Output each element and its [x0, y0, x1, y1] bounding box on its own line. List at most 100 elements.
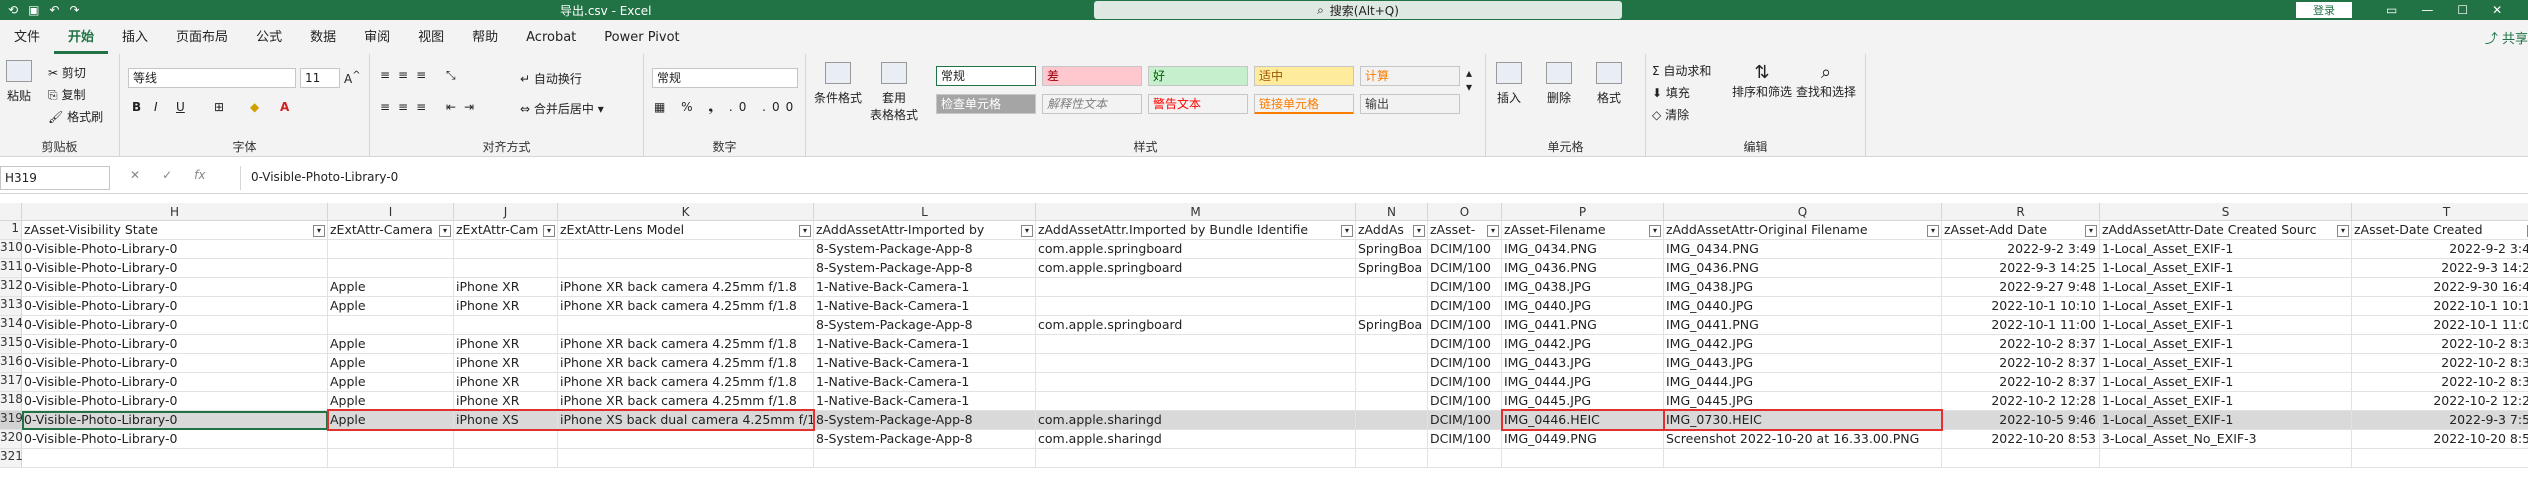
- table-cell[interactable]: iPhone XR back camera 4.25mm f/1.8: [558, 278, 814, 297]
- filter-dropdown-icon[interactable]: ▾: [439, 225, 451, 237]
- sort-filter-button[interactable]: ⇅ 排序和筛选: [1732, 62, 1792, 100]
- table-cell[interactable]: [454, 430, 558, 449]
- row-header[interactable]: 320: [0, 430, 23, 449]
- table-cell[interactable]: IMG_0444.JPG: [1502, 373, 1664, 392]
- table-cell[interactable]: IMG_0441.PNG: [1502, 316, 1664, 335]
- filter-dropdown-icon[interactable]: ▾: [313, 225, 325, 237]
- filter-dropdown-icon[interactable]: ▾: [1487, 225, 1499, 237]
- table-cell[interactable]: 1-Local_Asset_EXIF-1: [2100, 316, 2352, 335]
- table-cell[interactable]: IMG_0443.JPG: [1664, 354, 1942, 373]
- table-cell[interactable]: Apple: [328, 335, 454, 354]
- style-warning[interactable]: 警告文本: [1148, 94, 1248, 114]
- table-cell[interactable]: 2022-10-20 8:50: [2352, 430, 2528, 449]
- table-cell[interactable]: com.apple.springboard: [1036, 240, 1356, 259]
- table-cell[interactable]: iPhone XR: [454, 392, 558, 411]
- table-cell[interactable]: IMG_0440.JPG: [1664, 297, 1942, 316]
- table-cell[interactable]: 2022-10-2 8:37: [1942, 373, 2100, 392]
- table-cell[interactable]: SpringBoa: [1356, 240, 1428, 259]
- table-cell[interactable]: 0-Visible-Photo-Library-0: [22, 316, 328, 335]
- find-select-button[interactable]: ⌕ 查找和选择: [1796, 62, 1856, 100]
- header-cell[interactable]: zExtAttr-Lens Model: [558, 221, 814, 240]
- table-cell[interactable]: [1942, 449, 2100, 468]
- table-cell[interactable]: iPhone XR back camera 4.25mm f/1.8: [558, 392, 814, 411]
- column-header-J[interactable]: J: [454, 203, 558, 221]
- table-cell[interactable]: 2022-10-2 12:28: [2352, 392, 2528, 411]
- bold-button[interactable]: B: [132, 100, 141, 114]
- table-cell[interactable]: [1356, 354, 1428, 373]
- table-cell[interactable]: 8-System-Package-App-8: [814, 411, 1036, 430]
- undo-icon[interactable]: ↶: [49, 3, 59, 17]
- column-header-M[interactable]: M: [1036, 203, 1356, 221]
- table-cell[interactable]: 1-Local_Asset_EXIF-1: [2100, 411, 2352, 430]
- conditional-format-button[interactable]: 条件格式: [814, 62, 862, 106]
- table-cell[interactable]: 1-Local_Asset_EXIF-1: [2100, 392, 2352, 411]
- column-header-I[interactable]: I: [328, 203, 454, 221]
- row-header[interactable]: 321: [0, 449, 23, 468]
- table-cell[interactable]: 2022-9-2 3:49: [1942, 240, 2100, 259]
- table-cell[interactable]: [558, 449, 814, 468]
- horizontal-align-icons[interactable]: ≡≡≡ ⇤⇥: [380, 100, 482, 114]
- table-cell[interactable]: 2022-9-3 14:25: [1942, 259, 2100, 278]
- table-cell[interactable]: [2352, 449, 2528, 468]
- table-cell[interactable]: iPhone XR: [454, 335, 558, 354]
- table-cell[interactable]: Apple: [328, 392, 454, 411]
- table-cell[interactable]: SpringBoa: [1356, 316, 1428, 335]
- table-cell[interactable]: [814, 449, 1036, 468]
- table-cell[interactable]: IMG_0442.JPG: [1502, 335, 1664, 354]
- tab-3[interactable]: 页面布局: [162, 24, 242, 54]
- style-explanatory[interactable]: 解释性文本: [1042, 94, 1142, 114]
- table-cell[interactable]: 1-Native-Back-Camera-1: [814, 297, 1036, 316]
- table-cell[interactable]: [2100, 449, 2352, 468]
- style-check-cell[interactable]: 检查单元格: [936, 94, 1036, 114]
- table-cell[interactable]: IMG_0443.JPG: [1502, 354, 1664, 373]
- table-cell[interactable]: Apple: [328, 354, 454, 373]
- table-cell[interactable]: iPhone XR: [454, 278, 558, 297]
- autosave-icon[interactable]: ⟲: [8, 3, 18, 17]
- table-cell[interactable]: IMG_0444.JPG: [1664, 373, 1942, 392]
- row-header[interactable]: 318: [0, 392, 23, 411]
- tab-9[interactable]: Acrobat: [512, 24, 590, 54]
- column-header-H[interactable]: H: [22, 203, 328, 221]
- column-header-R[interactable]: R: [1942, 203, 2100, 221]
- table-cell[interactable]: SpringBoa: [1356, 259, 1428, 278]
- table-cell[interactable]: IMG_0441.PNG: [1664, 316, 1942, 335]
- tab-0[interactable]: 文件: [0, 24, 54, 54]
- redo-icon[interactable]: ↷: [69, 3, 79, 17]
- table-cell[interactable]: 1-Local_Asset_EXIF-1: [2100, 373, 2352, 392]
- style-normal[interactable]: 常规: [936, 66, 1036, 86]
- table-cell[interactable]: 8-System-Package-App-8: [814, 240, 1036, 259]
- table-cell[interactable]: 2022-10-1 11:00: [2352, 316, 2528, 335]
- share-button[interactable]: ⤴ 共享: [2485, 28, 2528, 47]
- cancel-icon[interactable]: ✕: [130, 168, 140, 182]
- table-cell[interactable]: 0-Visible-Photo-Library-0: [22, 278, 328, 297]
- table-cell[interactable]: com.apple.sharingd: [1036, 430, 1356, 449]
- table-cell[interactable]: [1036, 392, 1356, 411]
- table-cell[interactable]: IMG_0438.JPG: [1502, 278, 1664, 297]
- table-cell[interactable]: IMG_0434.PNG: [1502, 240, 1664, 259]
- header-cell[interactable]: zAsset-Visibility State: [22, 221, 328, 240]
- column-header-S[interactable]: S: [2100, 203, 2352, 221]
- header-cell[interactable]: zAddAssetAttr-Imported by: [814, 221, 1036, 240]
- table-cell[interactable]: 2022-10-2 8:37: [1942, 335, 2100, 354]
- format-cells-button[interactable]: 格式: [1596, 62, 1622, 106]
- filter-dropdown-icon[interactable]: ▾: [1413, 225, 1425, 237]
- table-cell[interactable]: [328, 449, 454, 468]
- column-header-N[interactable]: N: [1356, 203, 1428, 221]
- table-cell[interactable]: [1036, 354, 1356, 373]
- table-cell[interactable]: DCIM/100: [1428, 316, 1502, 335]
- table-cell[interactable]: iPhone XR: [454, 297, 558, 316]
- table-cell[interactable]: 2022-9-2 3:49: [2352, 240, 2528, 259]
- table-cell[interactable]: 0-Visible-Photo-Library-0: [22, 392, 328, 411]
- table-cell[interactable]: 2022-9-3 14:25: [2352, 259, 2528, 278]
- table-cell[interactable]: Apple: [328, 297, 454, 316]
- row-header[interactable]: 311: [0, 259, 23, 278]
- tab-6[interactable]: 审阅: [350, 24, 404, 54]
- table-cell[interactable]: 0-Visible-Photo-Library-0: [22, 335, 328, 354]
- filter-dropdown-icon[interactable]: ▾: [1649, 225, 1661, 237]
- merge-center-button[interactable]: ⇔ 合并后居中 ▾: [520, 100, 604, 117]
- table-cell[interactable]: [1356, 411, 1428, 430]
- table-cell[interactable]: Apple: [328, 373, 454, 392]
- maximize-icon[interactable]: ☐: [2457, 3, 2468, 17]
- table-cell[interactable]: [1036, 278, 1356, 297]
- header-cell[interactable]: zAddAssetAttr-Date Created Sourc: [2100, 221, 2352, 240]
